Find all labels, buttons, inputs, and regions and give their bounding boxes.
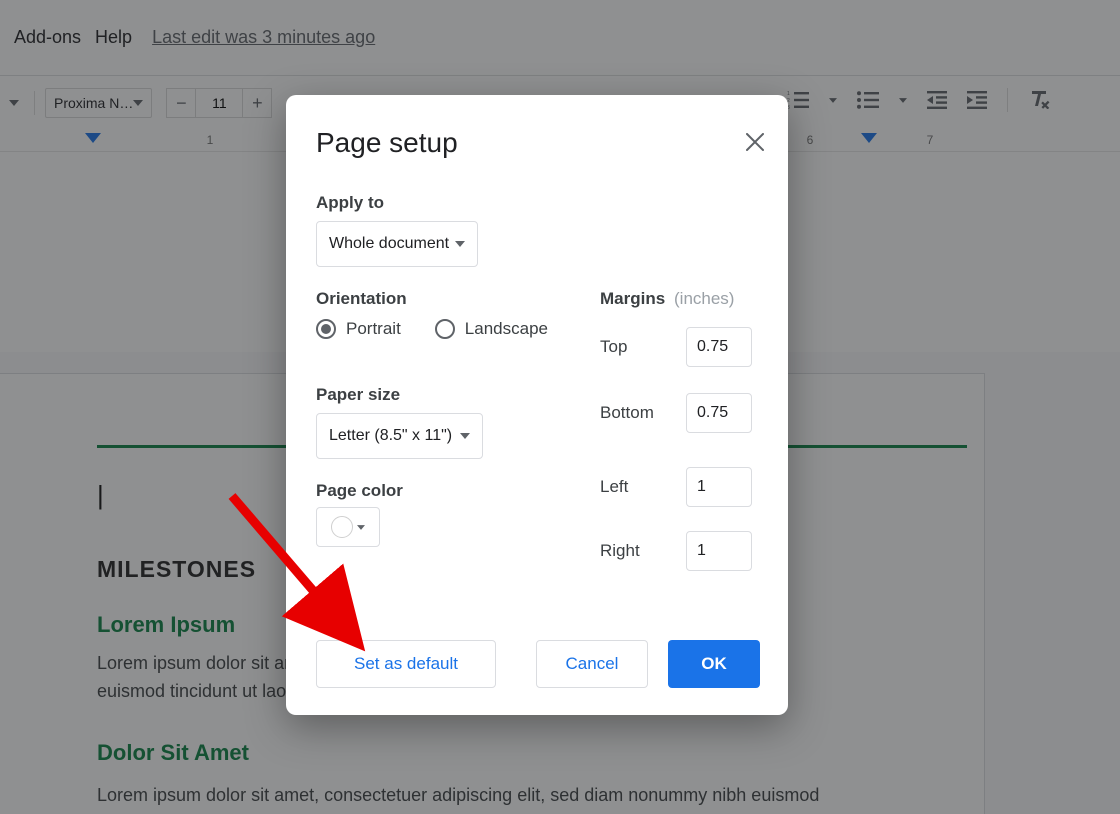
paper-size-label: Paper size xyxy=(316,385,400,405)
margin-left-input[interactable] xyxy=(686,467,752,507)
margin-left-label: Left xyxy=(600,477,686,497)
radio-label: Portrait xyxy=(346,319,401,339)
radio-label: Landscape xyxy=(465,319,548,339)
margin-right-label: Right xyxy=(600,541,686,561)
margin-left-row: Left xyxy=(600,467,752,507)
chevron-down-icon xyxy=(357,525,365,530)
margins-label: Margins xyxy=(600,289,665,309)
margin-top-input[interactable] xyxy=(686,327,752,367)
dialog-title: Page setup xyxy=(316,127,458,159)
close-button[interactable] xyxy=(740,127,770,157)
set-as-default-button[interactable]: Set as default xyxy=(316,640,496,688)
app-root: Add-ons Help Last edit was 3 minutes ago… xyxy=(0,0,1120,814)
orientation-label: Orientation xyxy=(316,289,407,309)
paper-size-value: Letter (8.5" x 11") xyxy=(329,427,452,445)
page-color-label: Page color xyxy=(316,481,403,501)
chevron-down-icon xyxy=(455,241,465,247)
orientation-group: Portrait Landscape xyxy=(316,319,548,339)
margin-top-row: Top xyxy=(600,327,752,367)
close-icon xyxy=(746,133,764,151)
radio-icon xyxy=(435,319,455,339)
margin-bottom-label: Bottom xyxy=(600,403,686,423)
apply-to-select[interactable]: Whole document xyxy=(316,221,478,267)
color-swatch-icon xyxy=(331,516,353,538)
margin-bottom-input[interactable] xyxy=(686,393,752,433)
orientation-portrait-radio[interactable]: Portrait xyxy=(316,319,401,339)
ok-button[interactable]: OK xyxy=(668,640,760,688)
radio-icon xyxy=(316,319,336,339)
page-color-select[interactable] xyxy=(316,507,380,547)
margins-unit-label: (inches) xyxy=(674,289,734,309)
paper-size-select[interactable]: Letter (8.5" x 11") xyxy=(316,413,483,459)
margin-bottom-row: Bottom xyxy=(600,393,752,433)
margin-right-row: Right xyxy=(600,531,752,571)
apply-to-label: Apply to xyxy=(316,193,384,213)
margin-top-label: Top xyxy=(600,337,686,357)
chevron-down-icon xyxy=(460,433,470,439)
margin-right-input[interactable] xyxy=(686,531,752,571)
apply-to-value: Whole document xyxy=(329,235,449,253)
orientation-landscape-radio[interactable]: Landscape xyxy=(435,319,548,339)
cancel-button[interactable]: Cancel xyxy=(536,640,648,688)
page-setup-dialog: Page setup Apply to Whole document Orien… xyxy=(286,95,788,715)
